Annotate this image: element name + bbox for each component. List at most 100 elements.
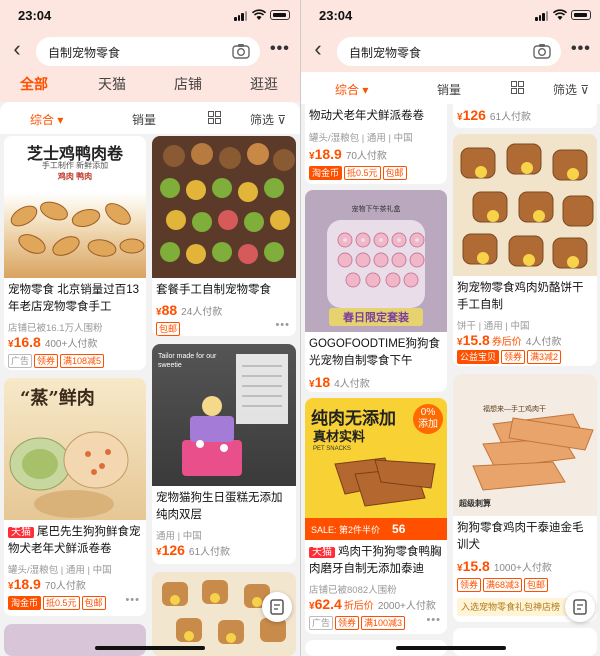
filter-button[interactable]: 筛选 ⊽ xyxy=(250,111,286,128)
camera-icon[interactable] xyxy=(533,43,551,59)
product-price: ¥15.8 券后价 4人付款 xyxy=(457,332,562,348)
price-value: 18 xyxy=(314,374,331,390)
sort-comprehensive[interactable]: 综合 ▾ xyxy=(335,81,368,98)
signal-icon xyxy=(234,11,248,21)
price-value: 16.8 xyxy=(13,334,41,350)
tmall-badge: 天猫 xyxy=(309,547,335,558)
edit-icon xyxy=(270,599,284,615)
sold-count: 61人付款 xyxy=(489,112,532,123)
filter-button[interactable]: 筛选 ⊽ xyxy=(553,81,589,98)
nav-bar: ‹ 自制宠物零食 ••• xyxy=(301,30,600,72)
sold-count: 70人付款 xyxy=(44,581,86,592)
tab-browse[interactable]: 逛逛 xyxy=(250,74,278,94)
zero-badge: 0% 添加 xyxy=(413,404,443,434)
product-card[interactable]: Tailor made for our sweetie 宠物猫狗生日蛋糕无添加纯… xyxy=(152,344,296,564)
product-meta: 罐头/湿粮包 | 通用 | 中国 xyxy=(309,133,413,144)
feedback-button[interactable] xyxy=(262,592,292,622)
tab-shop[interactable]: 店铺 xyxy=(174,74,202,94)
badge-sub: 添加 xyxy=(418,419,438,430)
sort-label: 综合 xyxy=(335,83,360,97)
product-image: 宠物下午茶礼盒 春日限定套装 xyxy=(305,190,447,332)
status-bar: 23:04 xyxy=(0,0,300,30)
back-icon[interactable]: ‹ xyxy=(6,38,28,62)
camera-icon[interactable] xyxy=(232,43,250,59)
sold-count: 61人付款 xyxy=(188,547,231,558)
grid-view-icon[interactable] xyxy=(511,81,524,94)
deduct-tag: 抵0.5元 xyxy=(344,166,381,180)
sale-number: 56 xyxy=(392,522,406,536)
free-shipping-tag: 包邮 xyxy=(524,578,549,592)
food-rolls-illustration xyxy=(9,431,129,518)
product-card[interactable]: 芝士鸡鸭肉卷 手工制作 新鲜添加 鸡肉 鸭肉 宠物零食 北京销量过百13年老店宠… xyxy=(4,136,146,370)
wifi-icon xyxy=(553,9,567,20)
sold-count: 4人付款 xyxy=(334,379,370,390)
status-time: 23:04 xyxy=(18,8,52,23)
product-image: “蒸”鲜肉 xyxy=(4,378,146,520)
grid-view-icon[interactable] xyxy=(208,111,221,124)
product-banner: 宠物下午茶礼盒 xyxy=(351,206,401,213)
deduct-tag: 抵0.5元 xyxy=(43,596,80,610)
product-card[interactable]: “蒸”鲜肉 天猫 尾巴先生狗狗鲜食宠物犬老年犬鲜派卷卷 罐头/湿粮包 | 通用 |… xyxy=(4,378,146,616)
discount-tag: 满108减5 xyxy=(60,354,105,368)
badge-pct: 0% xyxy=(420,407,436,418)
product-title: 天猫 尾巴先生狗狗鲜食宠物犬老年犬鲜派卷卷 xyxy=(8,524,142,558)
product-card[interactable]: 套餐手工自制宠物零食 ¥88 24人付款 包邮 ••• xyxy=(152,136,296,336)
feedback-button[interactable] xyxy=(565,592,595,622)
filter-label: 筛选 xyxy=(250,113,275,127)
battery-icon xyxy=(571,10,591,20)
search-input[interactable]: 自制宠物零食 xyxy=(36,37,260,66)
product-card[interactable]: 物动犬老年犬鲜派卷卷 罐头/湿粮包 | 通用 | 中国 ¥18.9 70人付款 淘… xyxy=(305,104,447,184)
product-title: 宠物猫狗生日蛋糕无添加纯肉双层 xyxy=(156,492,283,521)
product-image xyxy=(152,136,296,278)
more-icon[interactable]: ••• xyxy=(275,319,290,331)
product-card[interactable]: 纯肉无添加 真材实料 0% 添加 PET SNACKS SALE: 第2件半价 56… xyxy=(305,398,447,634)
product-tags: 广告 领券 满100减3 xyxy=(309,616,407,630)
product-title: 物动犬老年犬鲜派卷卷 xyxy=(309,110,424,122)
tmall-badge: 天猫 xyxy=(8,527,34,538)
product-banner: 福想来—手工鸡肉干 xyxy=(483,406,546,413)
search-query: 自制宠物零食 xyxy=(349,46,422,60)
home-indicator xyxy=(95,646,205,650)
charity-tag: 公益宝贝 xyxy=(457,350,500,364)
product-tags: 淘金币 抵0.5元 包邮 xyxy=(309,166,409,180)
product-card[interactable] xyxy=(4,624,146,656)
product-title: 狗宠物零食鸡肉奶酪饼干手工自制 xyxy=(457,282,584,311)
product-tags: 包邮 xyxy=(156,322,182,336)
wifi-icon xyxy=(252,9,266,20)
more-icon[interactable]: ••• xyxy=(571,41,591,57)
tab-tmall[interactable]: 天猫 xyxy=(98,74,126,94)
product-image xyxy=(453,134,597,276)
product-price: ¥88 24人付款 xyxy=(156,302,223,318)
price-tag: 券后价 xyxy=(491,337,522,348)
product-image: 纯肉无添加 真材实料 0% 添加 PET SNACKS SALE: 第2件半价 56 xyxy=(305,398,447,540)
product-title: 套餐手工自制宠物零食 xyxy=(156,284,271,296)
coupon-tag: 领券 xyxy=(457,578,482,592)
search-input[interactable]: 自制宠物零食 xyxy=(337,37,561,66)
sort-sales[interactable]: 销量 xyxy=(132,111,156,128)
battery-icon xyxy=(270,10,290,20)
more-icon[interactable]: ••• xyxy=(125,594,140,606)
product-stamp: 春日限定套装 xyxy=(343,312,409,324)
more-icon[interactable]: ••• xyxy=(270,41,290,57)
product-title: 狗狗零食鸡肉干泰迪金毛训犬 xyxy=(457,522,584,551)
product-meta: 店铺已被16.1万人围粉 xyxy=(8,323,103,334)
product-card[interactable]: 福想来—手工鸡肉干 超级刺算 狗狗零食鸡肉干泰迪金毛训犬 ¥15.8 1000+人… xyxy=(453,374,597,622)
back-icon[interactable]: ‹ xyxy=(307,38,329,62)
coupon-tag: 领券 xyxy=(335,616,360,630)
banner-caption: Tailor made for our sweetie xyxy=(158,353,217,369)
product-title: 天猫 鸡肉干狗狗零食鸭胸肉磨牙自制无添加泰迪 xyxy=(309,544,443,578)
price-value: 18.9 xyxy=(13,576,41,592)
price-value: 15.8 xyxy=(462,558,490,574)
product-card[interactable] xyxy=(453,628,597,656)
product-card[interactable]: 狗宠物零食鸡肉奶酪饼干手工自制 饼干 | 通用 | 中国 ¥15.8 券后价 4人付… xyxy=(453,134,597,366)
product-price: ¥18.9 70人付款 xyxy=(309,146,387,162)
home-indicator xyxy=(396,646,506,650)
product-card[interactable]: 宠物下午茶礼盒 春日限定套装 GOGOFOODTIME狗狗食光宠物自制零食下午 … xyxy=(305,190,447,392)
sale-label: SALE: 第2件半价 xyxy=(311,525,381,535)
sort-sales[interactable]: 销量 xyxy=(437,81,461,98)
product-card[interactable]: ¥126 61人付款 xyxy=(453,104,597,128)
tab-all[interactable]: 全部 xyxy=(20,74,48,94)
sort-comprehensive[interactable]: 综合 ▾ xyxy=(30,111,63,128)
more-icon[interactable]: ••• xyxy=(426,614,441,626)
product-banner-2: 真材实料 xyxy=(313,429,366,444)
